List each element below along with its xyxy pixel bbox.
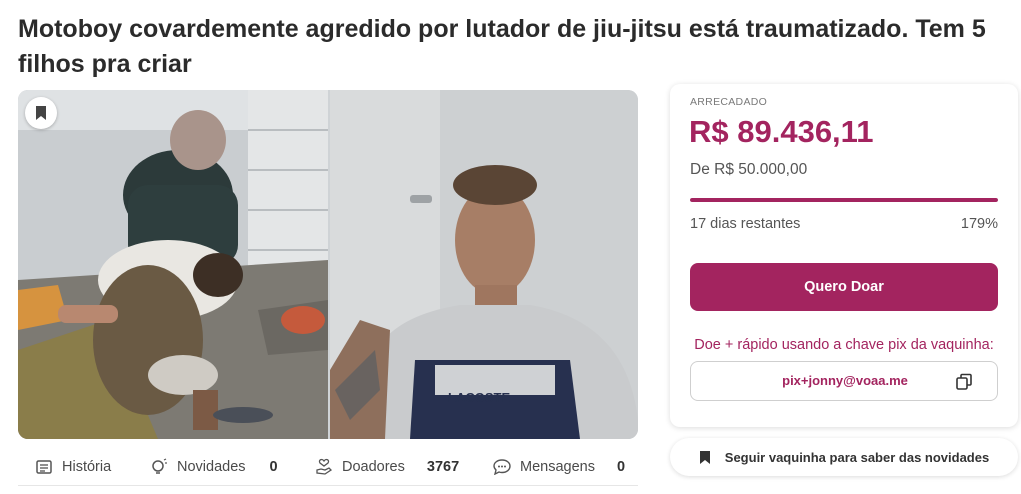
- tab-mensagens[interactable]: Mensagens 0: [492, 457, 625, 477]
- document-icon: [34, 457, 54, 477]
- goal-amount: De R$ 50.000,00: [690, 161, 808, 178]
- donate-button[interactable]: Quero Doar: [690, 263, 998, 311]
- bookmark-icon: [36, 106, 46, 120]
- tab-count: 0: [616, 459, 626, 475]
- tab-historia[interactable]: História: [34, 457, 111, 477]
- tab-novidades[interactable]: Novidades 0: [149, 457, 278, 477]
- tab-doadores[interactable]: Doadores 3767: [314, 457, 459, 477]
- follow-label: Seguir vaquinha para saber das novidades: [724, 449, 990, 465]
- raised-label: ARRECADADO: [690, 96, 768, 108]
- pix-key-field[interactable]: pix+jonny@voaa.me: [690, 361, 998, 401]
- tab-label: História: [62, 459, 112, 475]
- save-bookmark-button[interactable]: [25, 97, 57, 129]
- copy-icon[interactable]: [955, 373, 973, 391]
- tab-label: Novidades: [177, 459, 246, 475]
- hand-heart-icon: [314, 457, 334, 477]
- tab-count: 3767: [426, 459, 460, 475]
- page-title: Motoboy covardemente agredido por lutado…: [18, 15, 986, 78]
- bookmark-icon: [699, 449, 715, 465]
- shirt-brand-text: LACOSTE: [448, 390, 510, 405]
- lightbulb-icon: [149, 457, 169, 477]
- tab-count: 0: [269, 459, 278, 475]
- pix-prompt: Doe + rápido usando a chave pix da vaqui…: [694, 337, 994, 353]
- progress-fill: [690, 198, 998, 202]
- tab-label: Mensagens: [520, 459, 595, 475]
- progress-bar: [690, 198, 998, 202]
- chat-icon: [492, 457, 512, 477]
- pix-key: pix+jonny@voaa.me: [782, 373, 908, 388]
- days-remaining: 17 dias restantes: [690, 216, 801, 232]
- assault-photo: [18, 90, 328, 439]
- campaign-tabs: História Novidades 0 Doadores 3767 Mensa…: [18, 448, 638, 486]
- donation-card: ARRECADADO R$ 89.436,11 De R$ 50.000,00 …: [670, 84, 1018, 427]
- portrait-photo: LACOSTE: [330, 90, 638, 439]
- percent-raised: 179%: [960, 216, 998, 232]
- campaign-image[interactable]: LACOSTE: [18, 90, 638, 439]
- tab-label: Doadores: [342, 459, 405, 475]
- follow-campaign-button[interactable]: Seguir vaquinha para saber das novidades: [670, 438, 1018, 476]
- raised-amount: R$ 89.436,11: [689, 114, 874, 149]
